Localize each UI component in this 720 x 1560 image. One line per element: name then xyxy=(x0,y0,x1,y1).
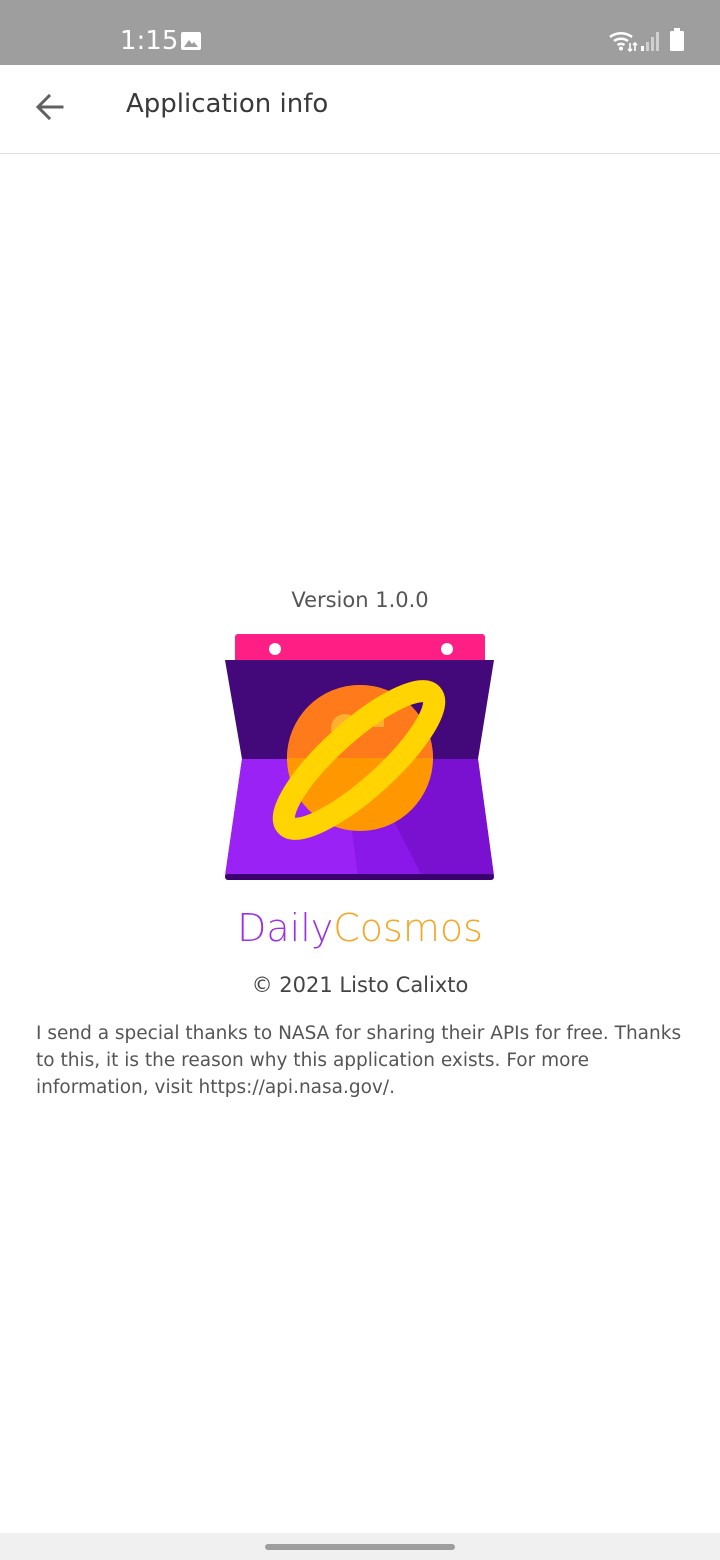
status-time: 1:15 xyxy=(120,26,179,56)
home-indicator[interactable] xyxy=(265,1544,455,1550)
screen: 1:15 Application info Version 1.0.0 Dail… xyxy=(0,0,720,1560)
back-button[interactable] xyxy=(22,79,78,135)
signal-icon xyxy=(641,32,659,51)
arrow-left-icon xyxy=(35,93,64,121)
gallery-icon xyxy=(181,32,201,50)
app-logo xyxy=(225,634,494,880)
version-label: Version 1.0.0 xyxy=(291,588,429,612)
navigation-bar xyxy=(0,1533,720,1560)
wifi-icon xyxy=(609,32,638,53)
app-name-daily: Daily xyxy=(237,906,334,950)
status-bar: 1:15 xyxy=(0,0,720,65)
page-title: Application info xyxy=(126,89,329,119)
battery-icon xyxy=(670,28,684,51)
copyright-text: © 2021 Listo Calixto xyxy=(251,973,469,997)
app-name: DailyCosmos xyxy=(0,906,720,950)
thanks-text: I send a special thanks to NASA for shar… xyxy=(36,1023,682,1098)
app-bar: Application info xyxy=(0,65,720,154)
app-name-cosmos: Cosmos xyxy=(333,906,483,950)
